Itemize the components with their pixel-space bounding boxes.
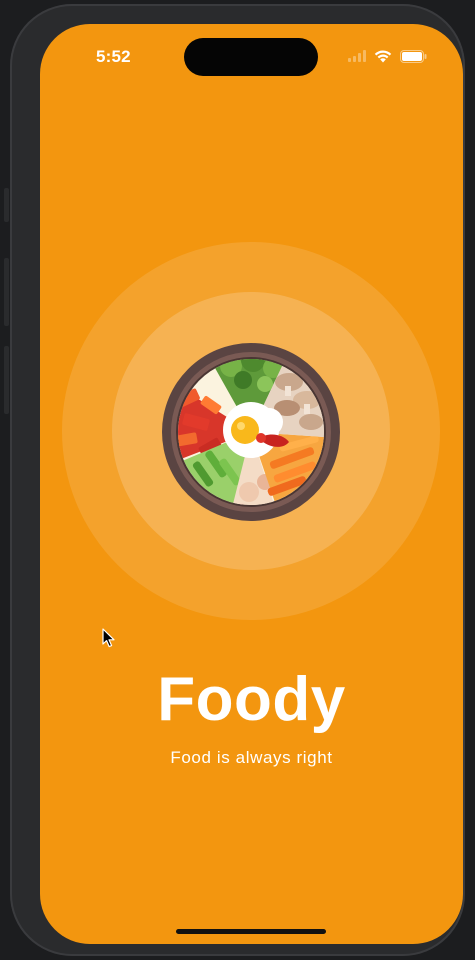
action-button	[4, 188, 9, 222]
wifi-icon	[374, 50, 392, 62]
phone-frame: 5:52 Foody Food is always right	[10, 4, 465, 956]
dynamic-island	[184, 38, 318, 76]
bibimbap-bowl-icon	[162, 343, 340, 521]
app-tagline: Food is always right	[170, 748, 333, 767]
app-title: Foody	[157, 665, 346, 734]
volume-down-button	[4, 346, 9, 414]
mouse-cursor-icon	[102, 628, 115, 648]
app-screen: 5:52 Foody Food is always right	[40, 24, 463, 944]
home-indicator[interactable]	[176, 929, 326, 934]
battery-icon	[400, 49, 427, 63]
status-time: 5:52	[96, 47, 131, 66]
signal-icon	[348, 50, 366, 62]
status-icons	[348, 47, 427, 65]
volume-up-button	[4, 258, 9, 326]
